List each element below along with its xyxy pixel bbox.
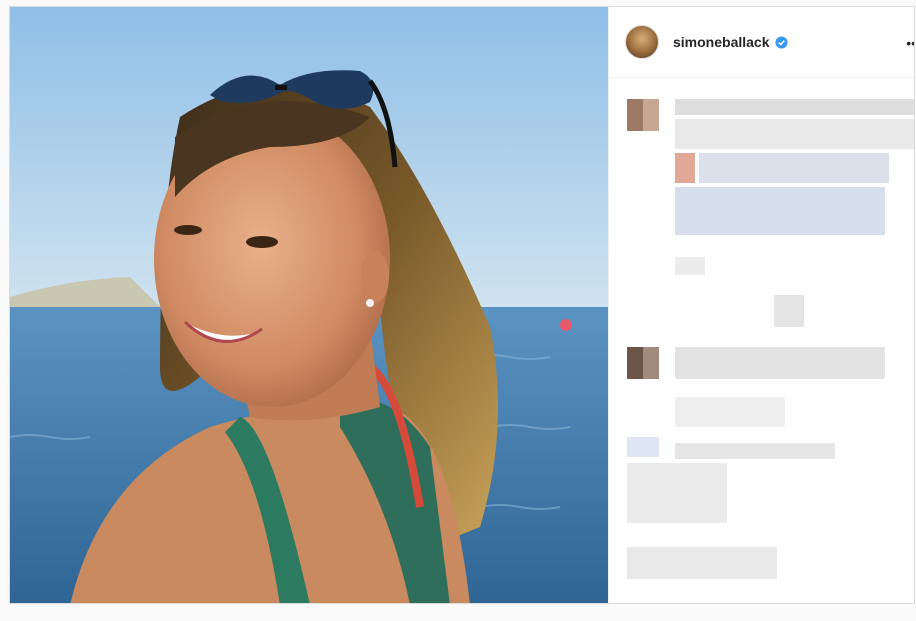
user-avatar[interactable] <box>625 25 659 59</box>
pixelated-comment-block <box>675 257 705 275</box>
pixelated-comment-block <box>675 153 695 183</box>
post-header: simoneballack • • <box>609 7 914 78</box>
username-link[interactable]: simoneballack <box>673 34 770 50</box>
pixelated-comment-block <box>627 547 777 579</box>
verified-badge-icon <box>774 35 788 49</box>
pixelated-comment-block <box>675 347 885 379</box>
post-container: simoneballack • • <box>9 6 915 604</box>
more-options-icon[interactable]: • • <box>906 35 914 51</box>
pixelated-comment-block <box>675 397 785 427</box>
post-sidebar: simoneballack • • <box>608 7 914 603</box>
pixelated-comment-avatar <box>627 347 659 379</box>
pixelated-comment-block <box>699 153 889 183</box>
pixelated-comment-block <box>774 295 804 327</box>
pixelated-comment-block <box>627 463 727 523</box>
pixelated-comment-block <box>675 99 914 115</box>
photo-illustration <box>10 7 608 603</box>
pixelated-comment-block <box>675 443 835 459</box>
post-photo[interactable] <box>10 7 608 603</box>
pixelated-comment-block <box>675 187 885 235</box>
pixelated-comment-block <box>627 437 659 457</box>
pixelated-comment-block <box>675 119 914 149</box>
pixelated-comment-avatar <box>627 99 659 131</box>
